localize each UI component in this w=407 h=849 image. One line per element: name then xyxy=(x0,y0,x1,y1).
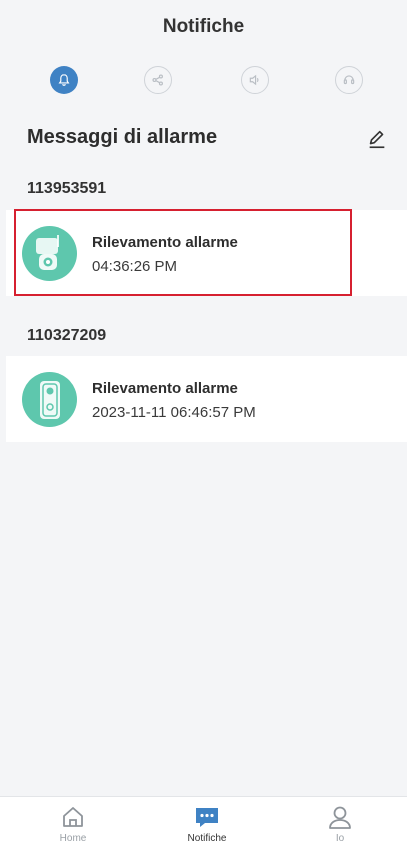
list-item[interactable]: Rilevamento allarme 04:36:26 PM xyxy=(6,210,407,296)
page-title: Notifiche xyxy=(162,16,245,37)
list-item[interactable]: Rilevamento allarme 2023-11-11 06:46:57 … xyxy=(6,356,407,442)
home-icon xyxy=(63,807,83,827)
device-avatar xyxy=(22,226,77,281)
user-icon xyxy=(329,806,351,829)
tab-bar: Home Notifiche Io xyxy=(0,796,407,849)
tab-label: Io xyxy=(335,833,345,844)
support-icon xyxy=(343,75,355,85)
tab-label: Home xyxy=(59,833,87,844)
filter-speaker[interactable] xyxy=(241,66,269,94)
edit-icon[interactable] xyxy=(366,128,388,150)
device-id-label: 110327209 xyxy=(27,327,107,344)
tab-label: Notifiche xyxy=(187,833,227,844)
bell-icon xyxy=(58,74,70,86)
speaker-icon xyxy=(249,74,259,86)
doorbell-icon xyxy=(39,380,60,419)
tab-home[interactable]: Home xyxy=(23,797,123,849)
message-title: Rilevamento allarme xyxy=(92,234,238,251)
share-icon xyxy=(152,74,163,86)
message-time: 04:36:26 PM xyxy=(92,258,178,275)
chat-icon xyxy=(196,808,218,827)
message-time: 2023-11-11 06:46:57 PM xyxy=(92,404,256,421)
filter-bar xyxy=(0,66,407,98)
ptz-camera-icon xyxy=(35,234,59,270)
filter-support[interactable] xyxy=(335,66,363,94)
tab-notifiche[interactable]: Notifiche xyxy=(157,797,257,849)
device-avatar xyxy=(22,372,77,427)
message-title: Rilevamento allarme xyxy=(92,380,238,397)
filter-bell[interactable] xyxy=(50,66,78,94)
filter-share[interactable] xyxy=(144,66,172,94)
section-title: Messaggi di allarme xyxy=(27,126,218,148)
tab-io[interactable]: Io xyxy=(290,797,390,849)
header: Notifiche xyxy=(0,0,407,54)
device-id-label: 113953591 xyxy=(27,180,107,197)
